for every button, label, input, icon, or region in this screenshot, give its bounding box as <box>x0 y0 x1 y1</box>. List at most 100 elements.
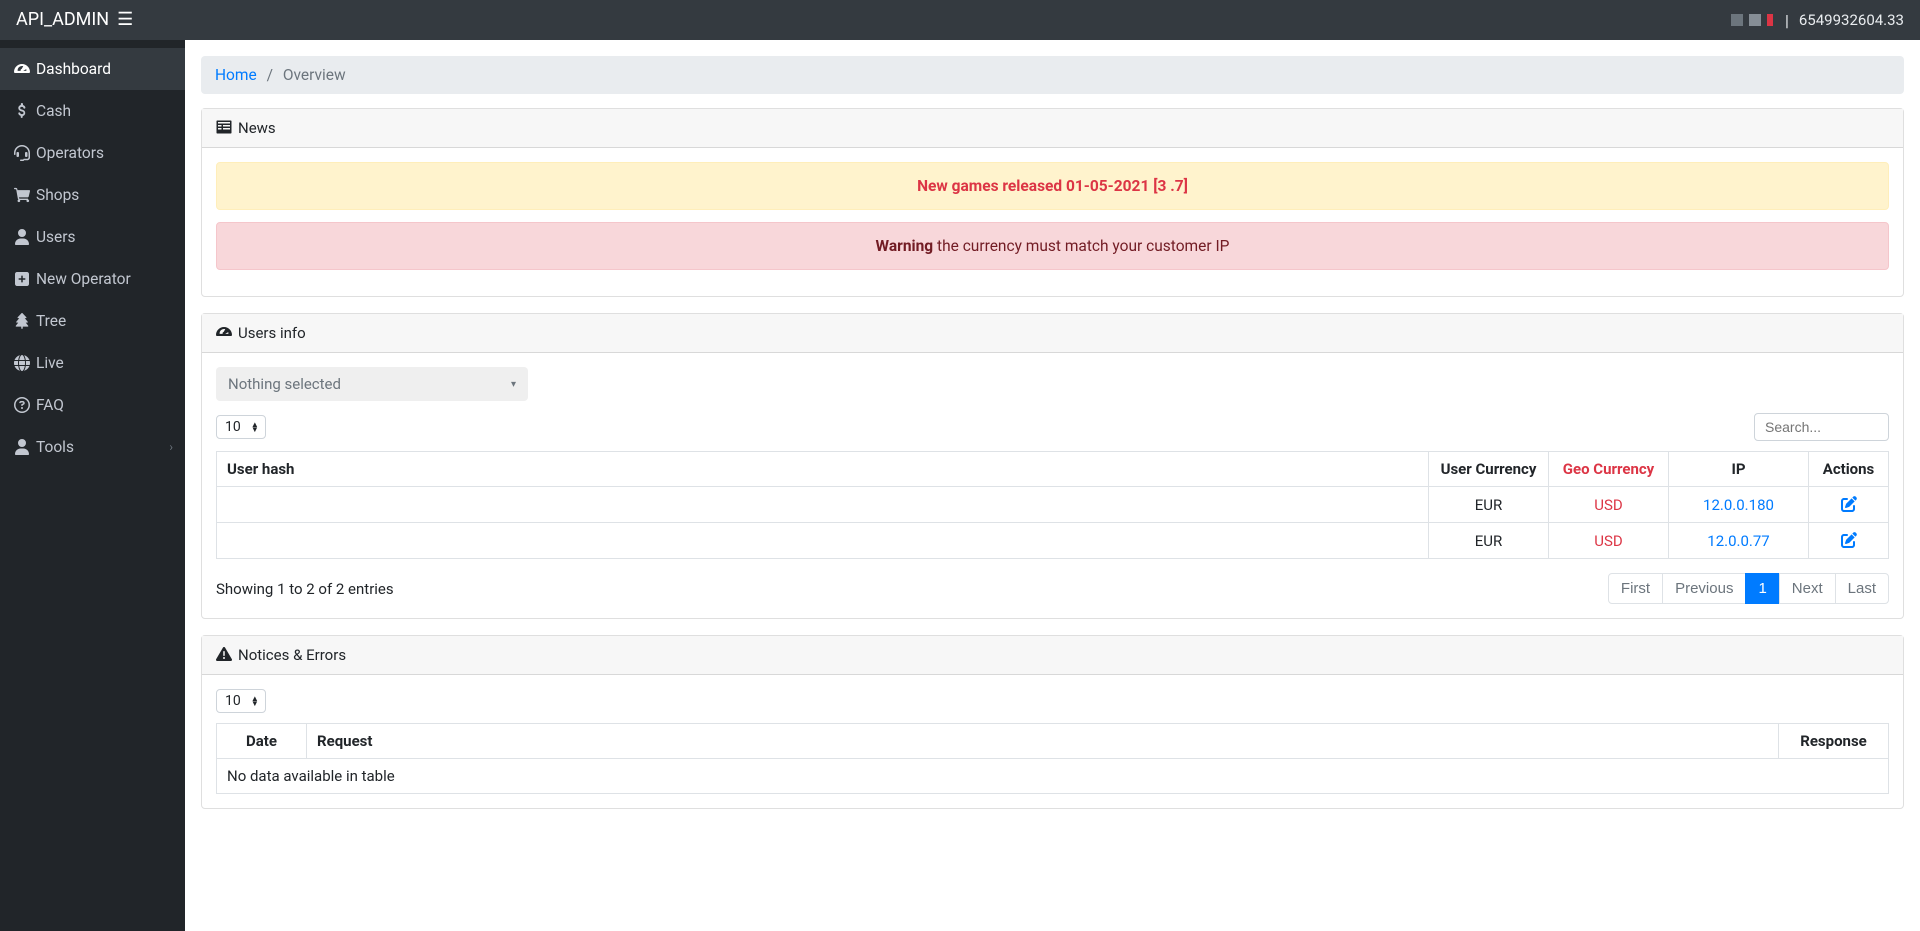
sidebar-item-label: New Operator <box>36 270 131 288</box>
page-next-button[interactable]: Next <box>1779 573 1836 604</box>
users-length-value: 10 <box>225 419 241 435</box>
notices-empty-row: No data available in table <box>217 759 1889 794</box>
sidebar-item-new-operator[interactable]: New Operator <box>0 258 185 300</box>
notices-empty-text: No data available in table <box>217 759 1889 794</box>
main-content: Home / Overview News New games released … <box>185 40 1920 931</box>
table-row: EUR USD 12.0.0.180 <box>217 487 1889 523</box>
breadcrumb: Home / Overview <box>201 56 1904 94</box>
users-table-footer: Showing 1 to 2 of 2 entries First Previo… <box>216 573 1889 604</box>
brand-label: API_ADMIN <box>16 11 109 29</box>
gauge-icon <box>14 61 30 77</box>
th-date[interactable]: Date <box>217 724 307 759</box>
sidebar-item-tools[interactable]: Tools › <box>0 426 185 468</box>
sort-icon: ▲▼ <box>251 422 259 432</box>
page-last-button[interactable]: Last <box>1835 573 1889 604</box>
warning-rest: the currency must match your customer IP <box>933 237 1229 255</box>
users-search-input[interactable] <box>1754 413 1889 441</box>
news-icon <box>216 119 232 137</box>
news-card-body: New games released 01-05-2021 [3 .7] War… <box>202 148 1903 296</box>
sidebar-item-faq[interactable]: FAQ <box>0 384 185 426</box>
table-row: EUR USD 12.0.0.77 <box>217 523 1889 559</box>
users-length-select[interactable]: 10 ▲▼ <box>216 415 266 439</box>
user-icon <box>14 229 30 245</box>
th-ip[interactable]: IP <box>1669 452 1809 487</box>
sidebar-item-shops[interactable]: Shops <box>0 174 185 216</box>
sidebar-item-label: Live <box>36 354 64 372</box>
td-user-currency: EUR <box>1429 523 1549 559</box>
users-info-header-label: Users info <box>238 324 306 342</box>
td-geo-currency: USD <box>1549 523 1669 559</box>
users-info-card: Users info Nothing selected ▾ 10 ▲▼ <box>201 313 1904 619</box>
hamburger-icon[interactable]: ☰ <box>117 11 133 29</box>
breadcrumb-current: Overview <box>283 66 346 84</box>
td-actions <box>1809 523 1889 559</box>
chevron-right-icon: › <box>169 440 173 454</box>
question-icon <box>14 397 30 413</box>
td-ip[interactable]: 12.0.0.180 <box>1669 487 1809 523</box>
sidebar-item-dashboard[interactable]: Dashboard <box>0 48 185 90</box>
notices-card: Notices & Errors 10 ▲▼ Date <box>201 635 1904 809</box>
breadcrumb-home[interactable]: Home <box>215 66 257 84</box>
users-info-header: Users info <box>202 314 1903 353</box>
edit-icon[interactable] <box>1841 495 1857 514</box>
breadcrumb-separator: / <box>267 66 273 84</box>
sidebar-item-label: Dashboard <box>36 60 111 78</box>
users-table-controls: 10 ▲▼ <box>216 413 1889 441</box>
sort-icon: ▲▼ <box>251 696 259 706</box>
showing-text: Showing 1 to 2 of 2 entries <box>216 580 394 598</box>
notices-header: Notices & Errors <box>202 636 1903 675</box>
dollar-icon <box>14 103 30 119</box>
notices-table: Date Request Response No data available … <box>216 723 1889 794</box>
sidebar-item-label: Tree <box>36 312 66 330</box>
release-alert-text: New games released 01-05-2021 [3 .7] <box>917 177 1188 195</box>
status-square-3-icon[interactable] <box>1767 14 1779 26</box>
sidebar-item-label: Tools <box>36 438 74 456</box>
td-geo-currency: USD <box>1549 487 1669 523</box>
sidebar-item-tree[interactable]: Tree <box>0 300 185 342</box>
cart-icon <box>14 187 30 203</box>
th-user-hash[interactable]: User hash <box>217 452 1429 487</box>
warning-alert: Warning the currency must match your cus… <box>216 222 1889 270</box>
th-response[interactable]: Response <box>1779 724 1889 759</box>
topbar: API_ADMIN ☰ | 6549932604.33 <box>0 0 1920 40</box>
sidebar-item-live[interactable]: Live <box>0 342 185 384</box>
page-1-button[interactable]: 1 <box>1745 573 1779 604</box>
page-previous-button[interactable]: Previous <box>1662 573 1746 604</box>
sidebar-item-operators[interactable]: Operators <box>0 132 185 174</box>
th-actions[interactable]: Actions <box>1809 452 1889 487</box>
td-ip[interactable]: 12.0.0.77 <box>1669 523 1809 559</box>
sidebar-item-users[interactable]: Users <box>0 216 185 258</box>
td-user-currency: EUR <box>1429 487 1549 523</box>
td-user-hash <box>217 487 1429 523</box>
notices-table-header-row: Date Request Response <box>217 724 1889 759</box>
page-first-button[interactable]: First <box>1608 573 1663 604</box>
status-square-2-icon[interactable] <box>1749 14 1761 26</box>
sidebar-item-label: Cash <box>36 102 71 120</box>
notices-header-label: Notices & Errors <box>238 646 346 664</box>
notices-length-select[interactable]: 10 ▲▼ <box>216 689 266 713</box>
topbar-right: | 6549932604.33 <box>1731 11 1904 30</box>
brand[interactable]: API_ADMIN ☰ <box>16 11 133 29</box>
sidebar: Dashboard Cash Operators Shops Users <box>0 40 185 931</box>
release-alert: New games released 01-05-2021 [3 .7] <box>216 162 1889 210</box>
sidebar-item-cash[interactable]: Cash <box>0 90 185 132</box>
users-table-header-row: User hash User Currency Geo Currency IP … <box>217 452 1889 487</box>
edit-icon[interactable] <box>1841 531 1857 550</box>
headset-icon <box>14 145 30 161</box>
tree-icon <box>14 313 30 329</box>
chevron-down-icon: ▾ <box>511 379 516 390</box>
gauge-icon <box>216 324 232 342</box>
td-actions <box>1809 487 1889 523</box>
balance-separator: | <box>1785 11 1789 30</box>
th-user-currency[interactable]: User Currency <box>1429 452 1549 487</box>
th-geo-currency[interactable]: Geo Currency <box>1549 452 1669 487</box>
td-user-hash <box>217 523 1429 559</box>
news-card-header: News <box>202 109 1903 148</box>
notices-length-value: 10 <box>225 693 241 709</box>
th-request[interactable]: Request <box>307 724 1779 759</box>
sidebar-item-label: Shops <box>36 186 79 204</box>
notices-table-controls: 10 ▲▼ <box>216 689 1889 713</box>
operator-select[interactable]: Nothing selected ▾ <box>216 367 528 401</box>
status-square-1-icon[interactable] <box>1731 14 1743 26</box>
user-icon <box>14 439 30 455</box>
